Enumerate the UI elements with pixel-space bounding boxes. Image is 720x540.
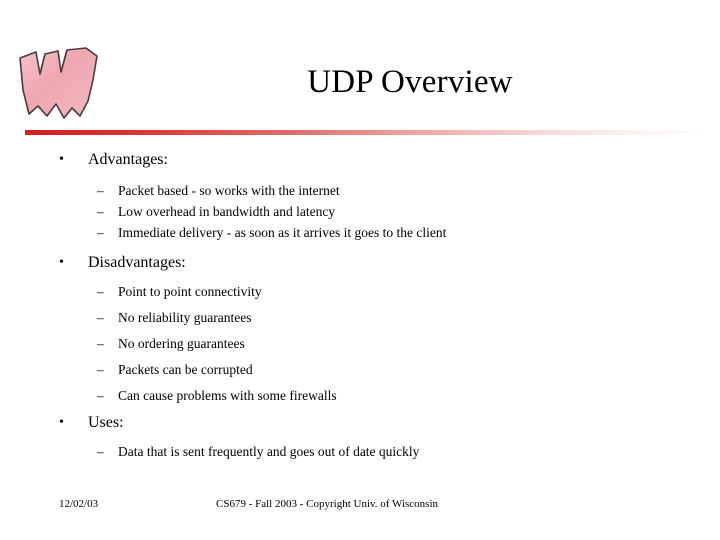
list-item-label: No reliability guarantees [118,310,252,325]
section-heading-label: Disadvantages: [88,254,186,271]
slide-body: • Advantages: – Packet based - so works … [0,146,720,462]
slide-title: UDP Overview [307,64,513,100]
section-disadvantages: • Disadvantages: – Point to point connec… [0,249,720,409]
section-advantages: • Advantages: – Packet based - so works … [0,146,720,249]
list-item: – No reliability guarantees [0,305,720,331]
list-item: – Can cause problems with some firewalls [0,383,720,409]
list-item-label: Can cause problems with some firewalls [118,388,337,403]
list-item-label: Packets can be corrupted [118,362,253,377]
dash-glyph: – [97,388,104,403]
dash-glyph: – [97,284,104,299]
list-item-label: Data that is sent frequently and goes ou… [118,444,420,459]
footer-copyright: CS679 - Fall 2003 - Copyright Univ. of W… [216,498,439,510]
list-item: – No ordering guarantees [0,331,720,357]
dash-glyph: – [97,444,104,459]
dash-glyph: – [97,310,104,325]
list-item: – Data that is sent frequently and goes … [0,441,720,462]
uw-wisconsin-w-logo [14,46,104,124]
bullet-glyph: • [59,152,64,167]
list-item-label: Point to point connectivity [118,284,262,299]
list-item-label: Packet based - so works with the interne… [118,183,340,198]
slide-footer: 12/02/03 CS679 - Fall 2003 - Copyright U… [0,496,720,512]
section-heading-label: Advantages: [88,151,168,168]
list-item: – Immediate delivery - as soon as it arr… [0,222,720,243]
dash-glyph: – [97,204,104,219]
sublist-uses: – Data that is sent frequently and goes … [0,441,720,462]
dash-glyph: – [97,336,104,351]
section-heading-advantages: • Advantages: [0,146,720,174]
list-item: – Packet based - so works with the inter… [0,180,720,201]
footer-date: 12/02/03 [59,498,99,510]
section-heading-disadvantages: • Disadvantages: [0,249,720,277]
list-item: – Low overhead in bandwidth and latency [0,201,720,222]
section-heading-uses: • Uses: [0,409,720,437]
sublist-advantages: – Packet based - so works with the inter… [0,180,720,243]
section-uses: • Uses: – Data that is sent frequently a… [0,409,720,462]
dash-glyph: – [97,183,104,198]
section-heading-label: Uses: [88,414,124,431]
dash-glyph: – [97,362,104,377]
bullet-glyph: • [59,255,64,270]
list-item-label: Low overhead in bandwidth and latency [118,204,336,219]
sublist-disadvantages: – Point to point connectivity – No relia… [0,279,720,409]
title-divider-bar [25,130,708,135]
list-item: – Packets can be corrupted [0,357,720,383]
list-item-label: Immediate delivery - as soon as it arriv… [118,225,447,240]
list-item-label: No ordering guarantees [118,336,245,351]
bullet-glyph: • [59,415,64,430]
list-item: – Point to point connectivity [0,279,720,305]
slide: UDP Overview • Advantages: – Packet base… [0,0,720,540]
dash-glyph: – [97,225,104,240]
